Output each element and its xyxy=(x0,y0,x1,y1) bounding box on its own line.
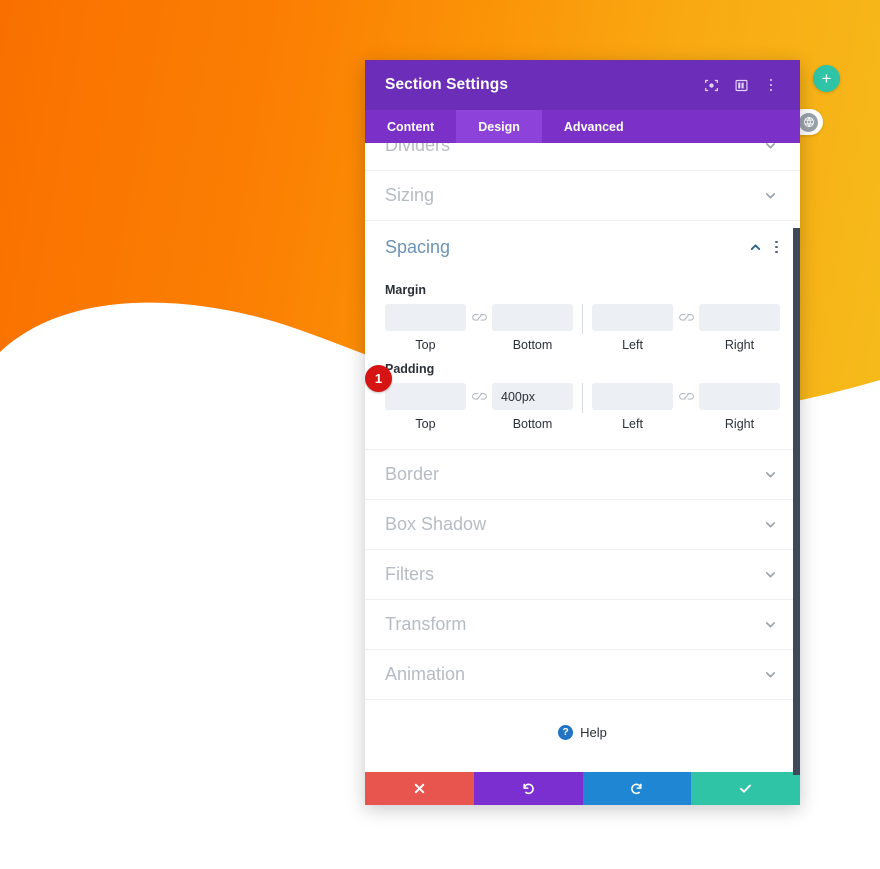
add-icon: + xyxy=(821,69,832,88)
padding-label: Padding xyxy=(385,362,435,376)
scrollbar-thumb[interactable] xyxy=(793,228,800,775)
chevron-down-icon xyxy=(762,617,778,633)
chevron-down-icon xyxy=(762,517,778,533)
help-row[interactable]: ? Help xyxy=(365,700,800,764)
modal-title: Section Settings xyxy=(385,76,509,93)
padding-left-cell: Left xyxy=(592,383,673,431)
accordion-spacing-label: Spacing xyxy=(385,236,451,257)
margin-group: Margin Top Bottom Left Right xyxy=(365,283,800,352)
accordion-transform-label: Transform xyxy=(385,614,467,634)
more-vertical-icon[interactable] xyxy=(758,72,784,98)
margin-inputs-row: Top Bottom Left Right xyxy=(385,304,780,352)
modal-body: Dividers Sizing Spacing Margin Top Botto… xyxy=(365,143,800,772)
help-label: Help xyxy=(580,724,607,740)
tab-design[interactable]: Design xyxy=(456,110,542,143)
margin-top-caption: Top xyxy=(415,338,436,352)
padding-right-caption: Right xyxy=(724,417,755,431)
chevron-down-icon xyxy=(762,143,778,154)
margin-bottom-input[interactable] xyxy=(492,304,573,331)
page-root: + Section Settings Content Design Advanc… xyxy=(0,0,880,869)
accordion-filters[interactable]: Filters xyxy=(365,550,800,600)
padding-left-input[interactable] xyxy=(592,383,673,410)
accordion-sizing-label: Sizing xyxy=(385,185,435,205)
margin-right-cell: Right xyxy=(699,304,780,352)
chevron-down-icon xyxy=(762,667,778,683)
cancel-button[interactable] xyxy=(365,772,474,805)
accordion-animation-label: Animation xyxy=(385,664,466,684)
tab-advanced[interactable]: Advanced xyxy=(542,110,646,143)
layout-columns-icon[interactable] xyxy=(728,72,754,98)
section-settings-modal: Section Settings Content Design Advanced… xyxy=(365,60,800,805)
accordion-border[interactable]: Border xyxy=(365,450,800,500)
padding-top-input[interactable] xyxy=(385,383,466,410)
question-circle-icon: ? xyxy=(558,724,574,740)
focus-target-icon[interactable] xyxy=(698,72,724,98)
padding-bottom-caption: Bottom xyxy=(512,417,553,431)
accordion-transform[interactable]: Transform xyxy=(365,600,800,650)
margin-top-input[interactable] xyxy=(385,304,466,331)
globe-gear-icon xyxy=(799,112,818,132)
margin-left-caption: Left xyxy=(622,338,643,352)
accordion-dividers[interactable]: Dividers xyxy=(365,143,800,171)
accordion-box-shadow-label: Box Shadow xyxy=(385,514,487,534)
margin-bottom-caption: Bottom xyxy=(512,338,553,352)
padding-group: Padding 1 Top 400px Bottom Left Right xyxy=(365,362,800,431)
status-badge: 1 xyxy=(365,365,392,392)
accordion-dividers-label: Dividers xyxy=(385,143,451,155)
margin-bottom-cell: Bottom xyxy=(492,304,573,352)
margin-right-input[interactable] xyxy=(699,304,780,331)
accordion-filters-label: Filters xyxy=(385,564,434,584)
accordion-box-shadow[interactable]: Box Shadow xyxy=(365,500,800,550)
margin-right-caption: Right xyxy=(724,338,755,352)
chevron-up-icon[interactable] xyxy=(747,239,763,255)
chevron-down-icon xyxy=(762,567,778,583)
accordion-spacing: Spacing Margin Top Bottom Left Right Pad… xyxy=(365,221,800,450)
padding-top-caption: Top xyxy=(415,417,436,431)
link-broken-icon[interactable] xyxy=(673,304,699,331)
padding-right-cell: Right xyxy=(699,383,780,431)
padding-right-input[interactable] xyxy=(699,383,780,410)
divider xyxy=(582,383,583,413)
margin-left-input[interactable] xyxy=(592,304,673,331)
chevron-down-icon xyxy=(762,188,778,204)
modal-tabs: Content Design Advanced xyxy=(365,110,800,143)
modal-header: Section Settings xyxy=(365,60,800,110)
accordion-animation[interactable]: Animation xyxy=(365,650,800,700)
margin-left-cell: Left xyxy=(592,304,673,352)
divider xyxy=(582,304,583,334)
link-broken-icon[interactable] xyxy=(673,383,699,410)
link-broken-icon[interactable] xyxy=(466,304,492,331)
modal-footer xyxy=(365,772,800,805)
padding-bottom-cell: Bottom xyxy=(492,383,573,431)
link-broken-icon[interactable] xyxy=(466,383,492,410)
tab-content[interactable]: Content xyxy=(365,110,456,143)
redo-button[interactable] xyxy=(582,772,692,805)
accordion-spacing-header[interactable]: Spacing xyxy=(365,221,800,273)
spacing-more-icon[interactable] xyxy=(775,240,778,254)
padding-bottom-input[interactable] xyxy=(492,383,573,410)
padding-inputs-row: Top 400px Bottom Left Right xyxy=(385,383,780,431)
margin-label: Margin xyxy=(385,283,426,297)
margin-top-cell: Top xyxy=(385,304,466,352)
accordion-border-label: Border xyxy=(385,464,440,484)
save-button[interactable] xyxy=(691,772,800,805)
accordion-sizing[interactable]: Sizing xyxy=(365,171,800,221)
padding-top-cell: Top xyxy=(385,383,466,431)
chevron-down-icon xyxy=(762,467,778,483)
add-section-button[interactable]: + xyxy=(813,65,840,92)
padding-left-caption: Left xyxy=(622,417,643,431)
undo-button[interactable] xyxy=(473,772,583,805)
